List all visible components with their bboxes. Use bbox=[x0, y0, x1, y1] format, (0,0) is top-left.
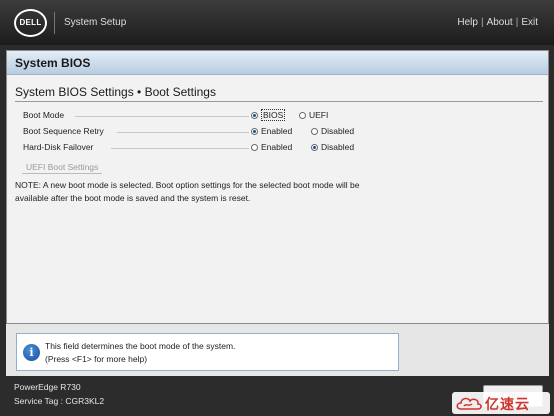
help-link[interactable]: Help bbox=[457, 17, 478, 28]
leader-line bbox=[117, 132, 249, 133]
cloud-logo-icon bbox=[456, 397, 482, 410]
radio-retry-disabled[interactable]: Disabled bbox=[311, 126, 354, 136]
help-line: (Press <F1> for more help) bbox=[45, 354, 148, 364]
window-titlebar: System BIOS bbox=[7, 51, 548, 75]
leader-line bbox=[111, 148, 249, 149]
top-header: DELL System Setup Help | About | Exit bbox=[0, 0, 554, 45]
radio-selected-icon bbox=[251, 112, 258, 119]
radio-unselected-icon bbox=[251, 144, 258, 151]
radio-unselected-icon bbox=[311, 128, 318, 135]
exit-link[interactable]: Exit bbox=[521, 17, 538, 28]
setting-row-boot-mode: Boot Mode BIOS UEFI bbox=[23, 109, 543, 123]
app-title: System Setup bbox=[64, 17, 127, 28]
note-line: NOTE: A new boot mode is selected. Boot … bbox=[15, 180, 360, 190]
watermark-text: 亿速云 bbox=[485, 397, 530, 413]
radio-failover-enabled[interactable]: Enabled bbox=[251, 142, 292, 152]
radio-retry-enabled[interactable]: Enabled bbox=[251, 126, 292, 136]
dell-logo: DELL bbox=[14, 9, 47, 37]
help-box: i This field determines the boot mode of… bbox=[16, 333, 399, 371]
setting-row-hard-disk-failover: Hard-Disk Failover Enabled Disabled bbox=[23, 141, 543, 155]
section-title: System BIOS Settings • Boot Settings bbox=[15, 85, 216, 99]
window-title: System BIOS bbox=[15, 56, 91, 70]
service-tag: Service Tag : CGR3KL2 bbox=[14, 396, 105, 406]
section-divider bbox=[15, 101, 543, 102]
radio-failover-disabled[interactable]: Disabled bbox=[311, 142, 354, 152]
help-line: This field determines the boot mode of t… bbox=[45, 341, 236, 351]
header-separator bbox=[54, 12, 55, 34]
radio-unselected-icon bbox=[299, 112, 306, 119]
setting-row-boot-sequence-retry: Boot Sequence Retry Enabled Disabled bbox=[23, 125, 543, 139]
leader-line bbox=[75, 116, 249, 117]
link-divider: | bbox=[480, 17, 484, 28]
help-area: i This field determines the boot mode of… bbox=[6, 324, 549, 376]
setting-label: Boot Sequence Retry bbox=[23, 126, 104, 136]
link-divider: | bbox=[515, 17, 519, 28]
info-icon: i bbox=[23, 344, 40, 361]
note-line: available after the boot mode is saved a… bbox=[15, 193, 251, 203]
header-links: Help | About | Exit bbox=[457, 17, 538, 28]
radio-boot-mode-uefi[interactable]: UEFI bbox=[299, 110, 328, 120]
uefi-boot-settings-button[interactable]: UEFI Boot Settings bbox=[22, 161, 103, 174]
settings-window: System BIOS System BIOS Settings • Boot … bbox=[6, 50, 549, 324]
help-text: This field determines the boot mode of t… bbox=[45, 340, 235, 366]
setting-label: Hard-Disk Failover bbox=[23, 142, 94, 152]
radio-selected-icon bbox=[311, 144, 318, 151]
about-link[interactable]: About bbox=[487, 17, 513, 28]
boot-mode-note: NOTE: A new boot mode is selected. Boot … bbox=[15, 179, 387, 205]
system-model: PowerEdge R730 bbox=[14, 382, 81, 392]
watermark: 亿速云 bbox=[452, 392, 550, 414]
radio-boot-mode-bios[interactable]: BIOS bbox=[251, 109, 286, 121]
radio-selected-icon bbox=[251, 128, 258, 135]
setting-label: Boot Mode bbox=[23, 110, 65, 120]
